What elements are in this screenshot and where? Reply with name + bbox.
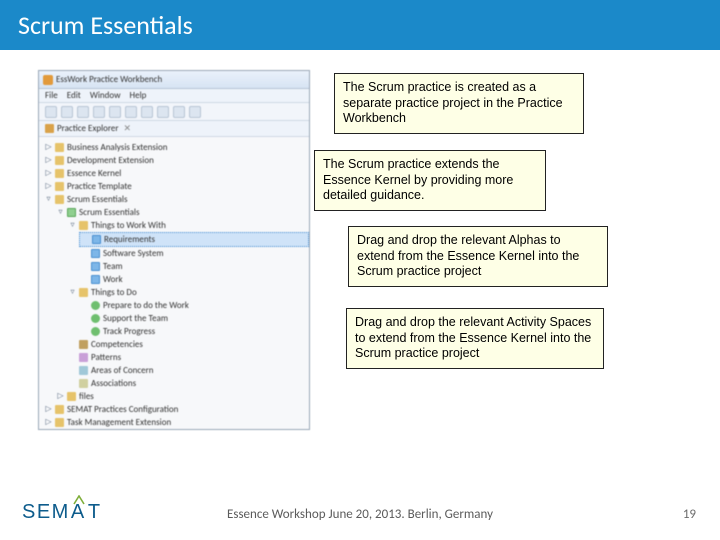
slide-footer: SEMAT Essence Workshop June 20, 2013. Be… xyxy=(0,496,720,526)
folder-icon xyxy=(55,169,64,178)
activity-space-icon xyxy=(91,327,100,336)
pane-tab-label: Practice Explorer xyxy=(57,123,119,134)
slide-title: Scrum Essentials xyxy=(0,0,720,50)
tree-node-things-to-do[interactable]: ▿Things to Do xyxy=(67,286,309,299)
tree-node[interactable]: ▷Development Extension xyxy=(43,154,309,167)
activity-space-icon xyxy=(91,314,100,323)
tree-node[interactable]: Software System xyxy=(79,247,309,260)
app-window-title: EssWork Practice Workbench xyxy=(56,74,162,85)
practice-icon xyxy=(67,208,76,217)
folder-icon xyxy=(79,288,88,297)
toolbar-button[interactable] xyxy=(125,106,137,118)
slide-body: EssWork Practice Workbench File Edit Win… xyxy=(38,70,678,450)
folder-icon xyxy=(79,221,88,230)
app-toolbar xyxy=(39,103,309,121)
folder-icon xyxy=(55,195,64,204)
patterns-icon xyxy=(79,353,88,362)
menu-help[interactable]: Help xyxy=(130,90,147,101)
tree-node[interactable]: ▷Task Management Extension xyxy=(43,416,309,429)
toolbar-button[interactable] xyxy=(45,106,57,118)
app-menubar[interactable]: File Edit Window Help xyxy=(39,89,309,103)
folder-icon xyxy=(55,156,64,165)
app-titlebar: EssWork Practice Workbench xyxy=(39,71,309,89)
folder-icon xyxy=(55,405,64,414)
toolbar-button[interactable] xyxy=(189,106,201,118)
toolbar-button[interactable] xyxy=(109,106,121,118)
alpha-icon xyxy=(92,235,101,244)
tree-node-requirements[interactable]: Requirements xyxy=(79,232,309,247)
tree-node[interactable]: Competencies xyxy=(67,338,309,351)
tree-node[interactable]: ▿Scrum Essentials xyxy=(55,206,309,219)
app-icon xyxy=(43,75,53,85)
alpha-icon xyxy=(91,262,100,271)
callout-2: The Scrum practice extends the Essence K… xyxy=(314,150,546,211)
pane-tab[interactable]: Practice Explorer ✕ xyxy=(39,121,309,137)
tree-node[interactable]: Associations xyxy=(67,377,309,390)
tree-node-things-to-work-with[interactable]: ▿Things to Work With xyxy=(67,219,309,232)
folder-icon xyxy=(55,143,64,152)
callout-1: The Scrum practice is created as a separ… xyxy=(334,73,584,134)
folder-icon xyxy=(55,182,64,191)
tree-node[interactable]: Prepare to do the Work xyxy=(79,299,309,312)
toolbar-button[interactable] xyxy=(157,106,169,118)
menu-window[interactable]: Window xyxy=(90,90,121,101)
practice-workbench-window: EssWork Practice Workbench File Edit Win… xyxy=(38,70,310,430)
menu-edit[interactable]: Edit xyxy=(67,90,81,101)
tree-node-scrum-essentials[interactable]: ▿Scrum Essentials xyxy=(43,193,309,206)
callout-3: Drag and drop the relevant Alphas to ext… xyxy=(348,226,608,287)
toolbar-button[interactable] xyxy=(61,106,73,118)
pane-tab-icon xyxy=(45,124,54,133)
page-number: 19 xyxy=(683,507,696,522)
associations-icon xyxy=(79,379,88,388)
tree-node[interactable]: ▷Practice Template xyxy=(43,180,309,193)
tree-node[interactable]: Team xyxy=(79,260,309,273)
tree-node[interactable]: Patterns xyxy=(67,351,309,364)
alpha-icon xyxy=(91,249,100,258)
tree-node[interactable]: Areas of Concern xyxy=(67,364,309,377)
close-icon[interactable]: ✕ xyxy=(124,123,132,134)
footer-caption: Essence Workshop June 20, 2013. Berlin, … xyxy=(0,507,720,522)
tree-node[interactable]: Work xyxy=(79,273,309,286)
toolbar-button[interactable] xyxy=(93,106,105,118)
practice-explorer-tree: ▷Business Analysis Extension ▷Developmen… xyxy=(39,137,309,433)
tree-node[interactable]: ▷Essence Kernel xyxy=(43,167,309,180)
tree-node[interactable]: Track Progress xyxy=(79,325,309,338)
tree-node[interactable]: ▷Business Analysis Extension xyxy=(43,141,309,154)
tree-node[interactable]: Support the Team xyxy=(79,312,309,325)
toolbar-button[interactable] xyxy=(77,106,89,118)
callout-4: Drag and drop the relevant Activity Spac… xyxy=(346,308,604,369)
tree-node[interactable]: ▷SEMAT Practices Configuration xyxy=(43,403,309,416)
toolbar-button[interactable] xyxy=(141,106,153,118)
tree-node-files[interactable]: ▷files xyxy=(55,390,309,403)
alpha-icon xyxy=(91,275,100,284)
competencies-icon xyxy=(79,340,88,349)
menu-file[interactable]: File xyxy=(45,90,58,101)
toolbar-button[interactable] xyxy=(173,106,185,118)
folder-icon xyxy=(67,392,76,401)
folder-icon xyxy=(55,418,64,427)
areas-icon xyxy=(79,366,88,375)
activity-space-icon xyxy=(91,301,100,310)
